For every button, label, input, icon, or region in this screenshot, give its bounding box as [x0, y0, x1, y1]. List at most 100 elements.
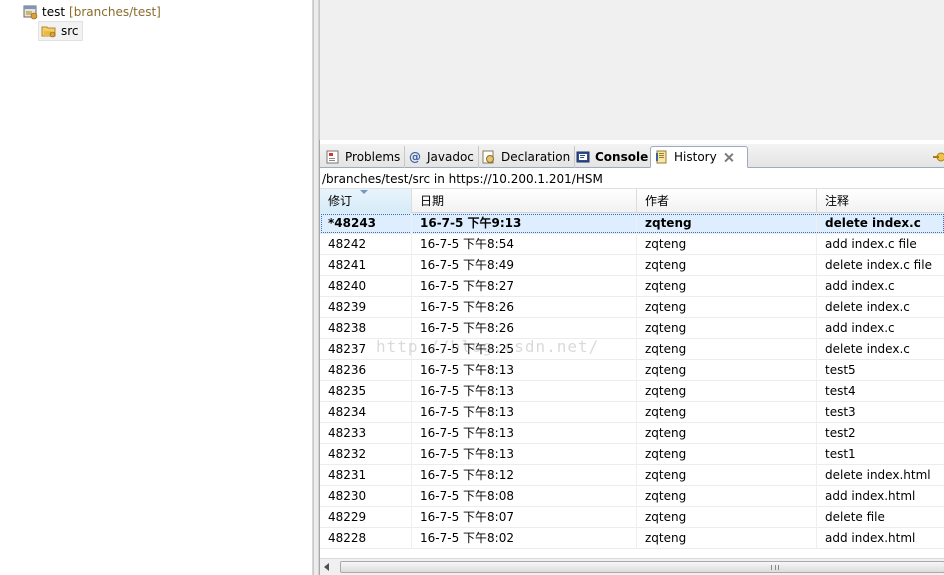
cell-author: zqteng — [637, 381, 817, 402]
tab-problems[interactable]: Problems — [322, 146, 406, 168]
cell-comment: add index.html — [817, 528, 944, 549]
svn-folder-icon — [41, 23, 57, 39]
cell-revision: 48241 — [320, 255, 412, 276]
table-row[interactable]: 48238 16-7-5 下午8:26 zqteng add index.c — [320, 318, 944, 339]
table-row[interactable]: 48229 16-7-5 下午8:07 zqteng delete file — [320, 507, 944, 528]
history-view: Problems @ Javadoc Declaration Console H… — [319, 140, 944, 575]
tab-console[interactable]: Console — [572, 146, 654, 168]
cell-author: zqteng — [637, 297, 817, 318]
project-name: test — [42, 5, 66, 19]
scroll-left-arrow-icon[interactable] — [324, 563, 329, 571]
cell-author: zqteng — [637, 339, 817, 360]
cell-comment: test4 — [817, 381, 944, 402]
table-row[interactable]: 48239 16-7-5 下午8:26 zqteng delete index.c — [320, 297, 944, 318]
eclipse-window: test [branches/test] src Problems @ Java… — [0, 0, 944, 575]
table-row[interactable]: 48231 16-7-5 下午8:12 zqteng delete index.htm… — [320, 465, 944, 486]
cell-revision: 48240 — [320, 276, 412, 297]
cell-date: 16-7-5 下午9:13 — [412, 213, 637, 234]
project-branch: [branches/test] — [69, 5, 161, 19]
cell-comment: add index.c — [817, 276, 944, 297]
cell-comment: delete index.c — [817, 297, 944, 318]
cell-date: 16-7-5 下午8:13 — [412, 381, 637, 402]
cell-comment: delete file — [817, 507, 944, 528]
cell-author: zqteng — [637, 507, 817, 528]
close-icon[interactable] — [723, 152, 734, 163]
cell-comment: test5 — [817, 360, 944, 381]
package-explorer-tree: test [branches/test] src — [0, 0, 313, 575]
column-header-author[interactable]: 作者 — [637, 189, 817, 213]
cell-comment: test2 — [817, 423, 944, 444]
console-icon — [576, 150, 590, 164]
column-header-revision[interactable]: 修订 — [320, 189, 412, 213]
tab-declaration[interactable]: Declaration — [478, 146, 576, 168]
cell-revision: 48239 — [320, 297, 412, 318]
folder-name: src — [61, 24, 79, 38]
cell-comment: delete index.html — [817, 465, 944, 486]
history-path: /branches/test/src in https://10.200.1.2… — [320, 169, 944, 189]
table-row[interactable]: 48241 16-7-5 下午8:49 zqteng delete index.c f… — [320, 255, 944, 276]
cell-author: zqteng — [637, 318, 817, 339]
tab-label: Javadoc — [427, 150, 474, 164]
cell-author: zqteng — [637, 360, 817, 381]
cell-author: zqteng — [637, 444, 817, 465]
table-row[interactable]: 48236 16-7-5 下午8:13 zqteng test5 — [320, 360, 944, 381]
cell-date: 16-7-5 下午8:49 — [412, 255, 637, 276]
table-row[interactable]: 48232 16-7-5 下午8:13 zqteng test1 — [320, 444, 944, 465]
table-header: 修订 日期 作者 注释 — [320, 189, 944, 213]
history-table[interactable]: 修订 日期 作者 注释 *48243 16-7-5 下午9:13 zqteng del… — [320, 189, 944, 558]
column-header-date[interactable]: 日期 — [412, 189, 637, 213]
table-row[interactable]: 48240 16-7-5 下午8:27 zqteng add index.c — [320, 276, 944, 297]
table-row[interactable]: *48243 16-7-5 下午9:13 zqteng delete index.c — [320, 213, 944, 234]
horizontal-scrollbar[interactable] — [320, 558, 944, 575]
column-header-comment[interactable]: 注释 — [817, 189, 944, 213]
problems-icon — [326, 150, 340, 164]
declaration-icon — [482, 150, 496, 164]
tab-label: Problems — [345, 150, 401, 164]
table-row[interactable]: 48228 16-7-5 下午8:02 zqteng add index.html — [320, 528, 944, 549]
scrollbar-thumb[interactable] — [340, 561, 944, 573]
tree-item-project[interactable]: test [branches/test] — [22, 2, 161, 22]
tab-javadoc[interactable]: @ Javadoc — [404, 146, 479, 168]
table-row[interactable]: 48235 16-7-5 下午8:13 zqteng test4 — [320, 381, 944, 402]
table-row[interactable]: 48234 16-7-5 下午8:13 zqteng test3 — [320, 402, 944, 423]
cell-revision: 48234 — [320, 402, 412, 423]
tree-item-src-folder[interactable]: src — [38, 21, 83, 41]
cell-date: 16-7-5 下午8:26 — [412, 318, 637, 339]
tab-history[interactable]: History — [650, 146, 748, 168]
cell-author: zqteng — [637, 213, 817, 234]
cell-date: 16-7-5 下午8:25 — [412, 339, 637, 360]
cell-date: 16-7-5 下午8:26 — [412, 297, 637, 318]
cell-comment: test1 — [817, 444, 944, 465]
editor-area — [319, 0, 944, 140]
cell-comment: delete index.c — [817, 339, 944, 360]
cell-author: zqteng — [637, 486, 817, 507]
cell-author: zqteng — [637, 402, 817, 423]
cell-revision: 48228 — [320, 528, 412, 549]
cell-comment: add index.c — [817, 318, 944, 339]
cell-date: 16-7-5 下午8:13 — [412, 360, 637, 381]
cell-author: zqteng — [637, 234, 817, 255]
cell-revision: *48243 — [320, 213, 412, 234]
cell-comment: add index.html — [817, 486, 944, 507]
cell-author: zqteng — [637, 528, 817, 549]
at-icon: @ — [409, 150, 421, 164]
cell-comment: test3 — [817, 402, 944, 423]
cell-date: 16-7-5 下午8:08 — [412, 486, 637, 507]
table-row[interactable]: 48242 16-7-5 下午8:54 zqteng add index.c file — [320, 234, 944, 255]
cell-date: 16-7-5 下午8:13 — [412, 402, 637, 423]
cell-revision: 48236 — [320, 360, 412, 381]
table-row[interactable]: 48233 16-7-5 下午8:13 zqteng test2 — [320, 423, 944, 444]
cell-date: 16-7-5 下午8:12 — [412, 465, 637, 486]
tab-label: History — [674, 150, 717, 164]
cell-revision: 48231 — [320, 465, 412, 486]
tab-label: Console — [595, 150, 649, 164]
cell-date: 16-7-5 下午8:07 — [412, 507, 637, 528]
cell-revision: 48232 — [320, 444, 412, 465]
cell-date: 16-7-5 下午8:27 — [412, 276, 637, 297]
cell-revision: 48238 — [320, 318, 412, 339]
cell-revision: 48242 — [320, 234, 412, 255]
link-icon[interactable] — [933, 150, 944, 164]
table-row[interactable]: 48237 16-7-5 下午8:25 zqteng delete index.c — [320, 339, 944, 360]
cell-comment: delete index.c file — [817, 255, 944, 276]
table-row[interactable]: 48230 16-7-5 下午8:08 zqteng add index.html — [320, 486, 944, 507]
